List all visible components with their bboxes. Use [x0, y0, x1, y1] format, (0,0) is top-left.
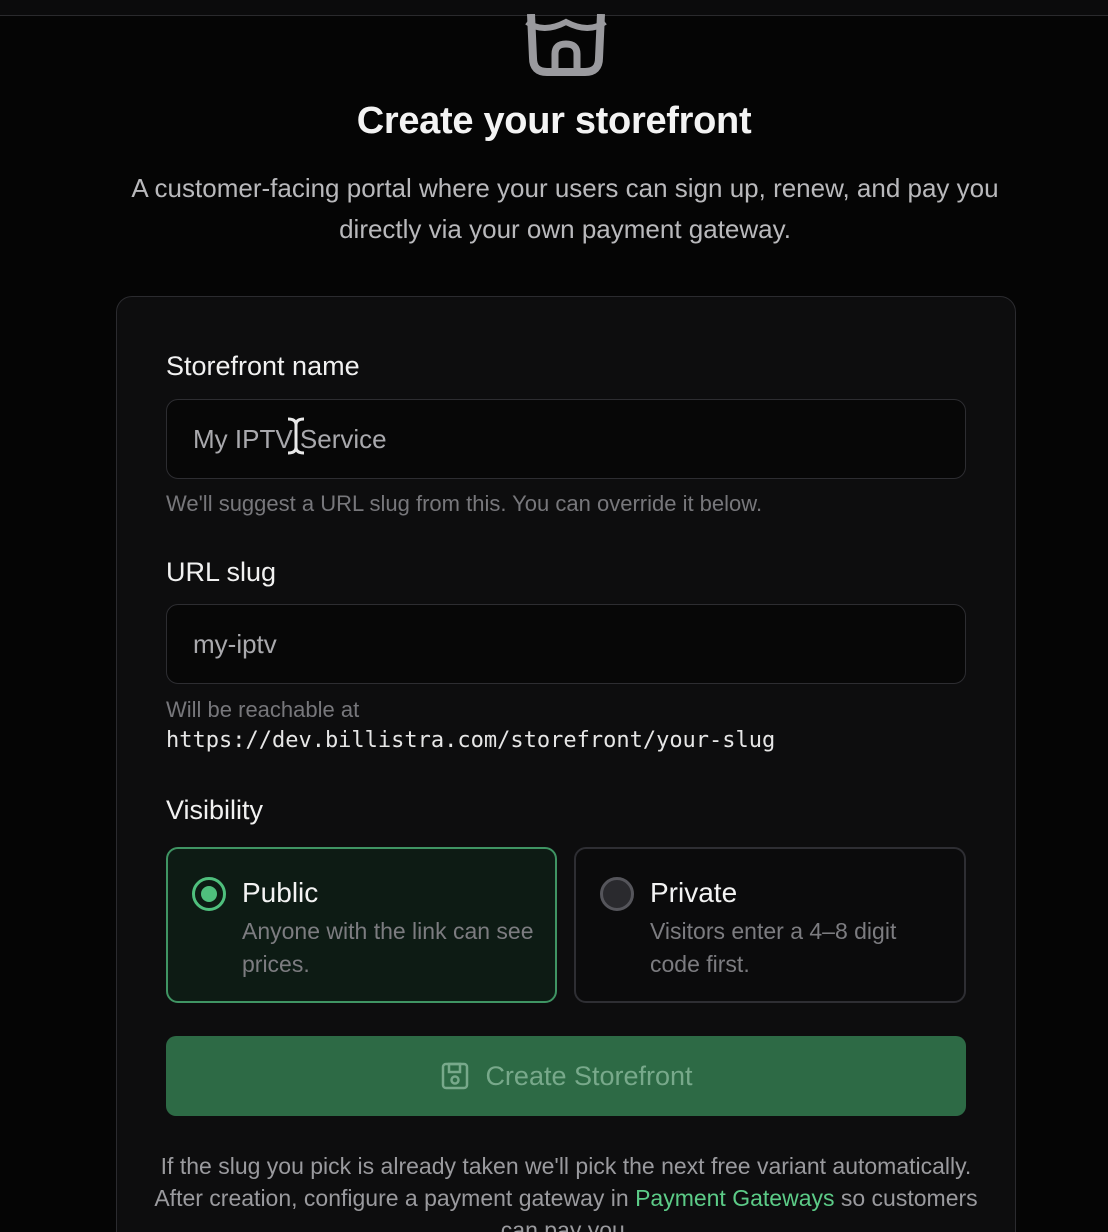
payment-gateways-link[interactable]: Payment Gateways: [635, 1185, 834, 1211]
url-slug-input[interactable]: my-iptv: [166, 604, 966, 684]
option-desc-private: Visitors enter a 4–8 digit code first.: [650, 918, 897, 977]
radio-public[interactable]: [192, 877, 226, 911]
url-slug-help: Will be reachable at: [166, 697, 360, 722]
visibility-option-public[interactable]: Public Anyone with the link can see pric…: [166, 847, 557, 1003]
option-desc-public: Anyone with the link can see prices.: [242, 918, 534, 977]
visibility-label: Visibility: [166, 795, 264, 825]
create-storefront-button[interactable]: Create Storefront: [166, 1036, 966, 1116]
page-title: Create your storefront: [356, 100, 752, 142]
create-storefront-label: Create Storefront: [485, 1060, 693, 1091]
storefront-name-help: We'll suggest a URL slug from this. You …: [166, 491, 763, 516]
url-slug-label: URL slug: [166, 557, 277, 587]
page-subtitle: A customer-facing portal where your user…: [131, 173, 999, 244]
option-title-public: Public: [242, 877, 319, 908]
text-cursor-icon: [287, 417, 305, 455]
url-slug-preview: https://dev.billistra.com/storefront/you…: [166, 728, 776, 753]
footnote: If the slug you pick is already taken we…: [150, 1150, 982, 1232]
option-title-private: Private: [650, 877, 738, 908]
storefront-name-label: Storefront name: [166, 351, 360, 381]
save-icon: [442, 1062, 469, 1090]
url-slug-placeholder: my-iptv: [193, 628, 277, 659]
visibility-option-private[interactable]: Private Visitors enter a 4–8 digit code …: [574, 847, 966, 1003]
storefront-icon: [525, 14, 607, 76]
radio-private[interactable]: [600, 877, 634, 911]
